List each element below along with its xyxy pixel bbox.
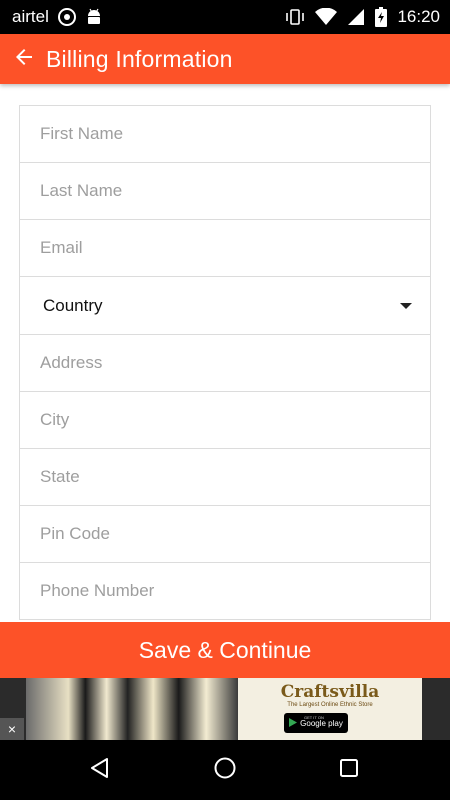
app-bar: Billing Information <box>0 34 450 84</box>
address-row <box>20 335 430 392</box>
nav-recents-button[interactable] <box>335 756 363 784</box>
pin-code-row <box>20 506 430 563</box>
clock-label: 16:20 <box>397 7 440 26</box>
status-left: airtel <box>12 0 103 34</box>
vibrate-icon <box>285 8 305 26</box>
first-name-field[interactable] <box>20 106 430 162</box>
country-select-value: Country <box>43 296 103 315</box>
google-play-badge[interactable]: GET IT ON Google play <box>284 713 348 733</box>
nav-home-button[interactable] <box>211 756 239 784</box>
state-field[interactable] <box>20 449 430 505</box>
ad-content[interactable]: Craftsvilla The Largest Online Ethnic St… <box>26 678 422 740</box>
page-title: Billing Information <box>46 46 233 72</box>
status-right: 16:20 <box>285 0 440 34</box>
ad-banner[interactable]: Craftsvilla The Largest Online Ethnic St… <box>0 678 450 740</box>
ad-close-button[interactable]: × <box>0 718 24 740</box>
country-select[interactable]: Country <box>20 277 430 335</box>
signal-icon <box>347 8 365 26</box>
play-triangle-icon <box>289 717 298 729</box>
recents-square-icon <box>337 756 361 785</box>
music-icon <box>57 7 77 27</box>
back-button[interactable] <box>6 41 42 77</box>
ad-brand-panel: Craftsvilla The Largest Online Ethnic St… <box>238 678 422 740</box>
arrow-left-icon <box>12 45 36 74</box>
address-field[interactable] <box>20 335 430 391</box>
last-name-field[interactable] <box>20 163 430 219</box>
carrier-label: airtel <box>12 7 49 26</box>
phone-number-field[interactable] <box>20 563 430 619</box>
email-row <box>20 220 430 277</box>
ad-tagline: The Largest Online Ethnic Store <box>287 702 373 708</box>
city-row <box>20 392 430 449</box>
home-circle-icon <box>213 756 237 785</box>
email-field[interactable] <box>20 220 430 276</box>
billing-form: Country <box>19 105 431 620</box>
badge-top-label: GET IT ON <box>304 715 324 720</box>
android-icon <box>85 7 103 27</box>
back-triangle-icon <box>88 756 112 785</box>
wifi-icon <box>315 8 338 26</box>
phone-number-row <box>20 563 430 620</box>
nav-back-button[interactable] <box>86 756 114 784</box>
status-bar: airtel 16:20 <box>0 0 450 34</box>
state-row <box>20 449 430 506</box>
screen: airtel 16:20 Billing Information First N… <box>0 0 450 800</box>
save-continue-button[interactable]: Save & Continue <box>0 622 450 678</box>
last-name-row <box>20 163 430 220</box>
system-nav-bar <box>0 740 450 800</box>
caret-down-icon <box>400 303 412 309</box>
battery-charging-icon <box>375 7 388 27</box>
pin-code-field[interactable] <box>20 506 430 562</box>
ad-brand-name: Craftsvilla <box>280 682 380 702</box>
city-field[interactable] <box>20 392 430 448</box>
ad-saree-image <box>26 678 238 740</box>
first-name-row <box>20 106 430 163</box>
